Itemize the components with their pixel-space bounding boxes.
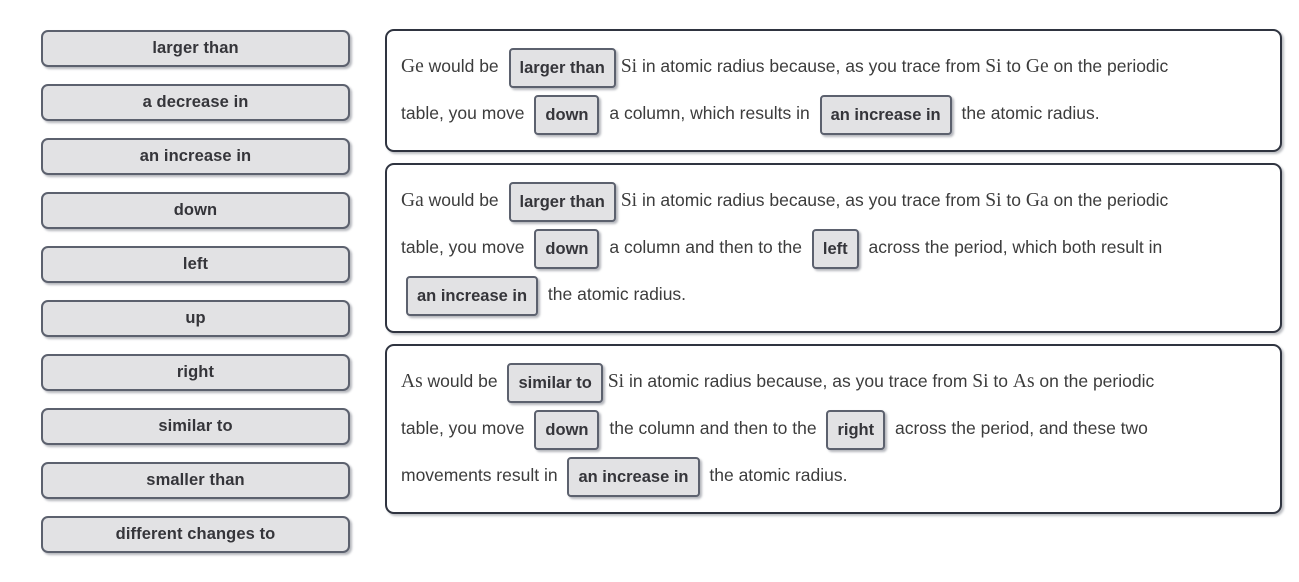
word-bank-tile[interactable]: different changes to [41, 516, 350, 553]
element-symbol: Ga [1025, 190, 1049, 211]
element-symbol: Ga [401, 190, 424, 211]
dropped-token[interactable]: larger than [508, 182, 616, 223]
sentence-text: the atomic radius. [956, 103, 1100, 123]
sentence-text: would be [423, 190, 504, 210]
answer-box: Ga would be larger than Si in atomic radi… [385, 163, 1282, 333]
sentence-text: in atomic radius because, as you trace f… [637, 56, 986, 76]
element-symbol: Si [972, 371, 989, 392]
answer-line: table, you move down the column and then… [401, 405, 1266, 452]
dropped-token[interactable]: an increase in [406, 276, 539, 317]
dropped-token[interactable]: down [534, 410, 600, 451]
sentence-text: table, you move [401, 237, 530, 257]
element-symbol: Si [985, 56, 1002, 77]
sentence-text: on the periodic [1034, 371, 1155, 391]
element-symbol: Si [620, 56, 638, 77]
sentence-text: a column, which results in [604, 103, 815, 123]
sentence-text: would be [422, 371, 503, 391]
sentence-text: a column and then to the [604, 237, 807, 257]
sentence-text: to [1001, 190, 1026, 210]
answer-line: As would be similar to Si in atomic radiu… [401, 358, 1266, 405]
sentence-text: on the periodic [1048, 190, 1169, 210]
dropped-token[interactable]: right [826, 410, 886, 451]
drag-and-drop-exercise: larger than a decrease in an increase in do… [0, 0, 1299, 582]
sentence-text: movements result in [401, 465, 563, 485]
answer-line: movements result in an increase in the a… [401, 452, 1266, 499]
sentence-text: in atomic radius because, as you trace f… [624, 371, 973, 391]
element-symbol: Si [607, 371, 625, 392]
dropped-token[interactable]: an increase in [567, 457, 700, 498]
word-bank-tile[interactable]: similar to [41, 408, 350, 445]
dropped-token[interactable]: down [534, 229, 600, 270]
answer-line: Ge would be larger than Si in atomic radi… [401, 43, 1266, 90]
word-bank-tile[interactable]: up [41, 300, 350, 337]
element-symbol: Si [985, 190, 1002, 211]
sentence-text: on the periodic [1048, 56, 1169, 76]
answer-box: As would be similar to Si in atomic radiu… [385, 344, 1282, 514]
sentence-text: the atomic radius. [543, 284, 687, 304]
word-bank: larger than a decrease in an increase in do… [41, 30, 350, 553]
dropped-token[interactable]: similar to [507, 363, 603, 404]
word-bank-tile[interactable]: smaller than [41, 462, 350, 499]
sentence-text: table, you move [401, 418, 530, 438]
sentence-text: the column and then to the [604, 418, 822, 438]
answer-list: Ge would be larger than Si in atomic radi… [385, 29, 1282, 514]
sentence-text: across the period, which both result in [863, 237, 1163, 257]
dropped-token[interactable]: larger than [508, 48, 616, 89]
answer-line: Ga would be larger than Si in atomic radi… [401, 177, 1266, 224]
answer-line: an increase in the atomic radius. [401, 271, 1266, 318]
word-bank-tile[interactable]: an increase in [41, 138, 350, 175]
sentence-text: the atomic radius. [704, 465, 848, 485]
answer-line: table, you move down a column, which res… [401, 90, 1266, 137]
sentence-text: to [1001, 56, 1026, 76]
sentence-text: to [988, 371, 1013, 391]
element-symbol: Ge [1025, 56, 1049, 77]
element-symbol: As [1012, 371, 1035, 392]
sentence-text: across the period, and these two [890, 418, 1148, 438]
answer-box: Ge would be larger than Si in atomic radi… [385, 29, 1282, 152]
word-bank-tile[interactable]: a decrease in [41, 84, 350, 121]
sentence-text: would be [423, 56, 504, 76]
answer-line: table, you move down a column and then t… [401, 224, 1266, 271]
word-bank-tile[interactable]: larger than [41, 30, 350, 67]
word-bank-tile[interactable]: left [41, 246, 350, 283]
word-bank-tile[interactable]: down [41, 192, 350, 229]
sentence-text: in atomic radius because, as you trace f… [637, 190, 986, 210]
element-symbol: Si [620, 190, 638, 211]
dropped-token[interactable]: left [811, 229, 859, 270]
element-symbol: As [401, 371, 423, 392]
sentence-text: table, you move [401, 103, 530, 123]
dropped-token[interactable]: an increase in [819, 95, 952, 136]
element-symbol: Ge [401, 56, 424, 77]
word-bank-tile[interactable]: right [41, 354, 350, 391]
dropped-token[interactable]: down [534, 95, 600, 136]
